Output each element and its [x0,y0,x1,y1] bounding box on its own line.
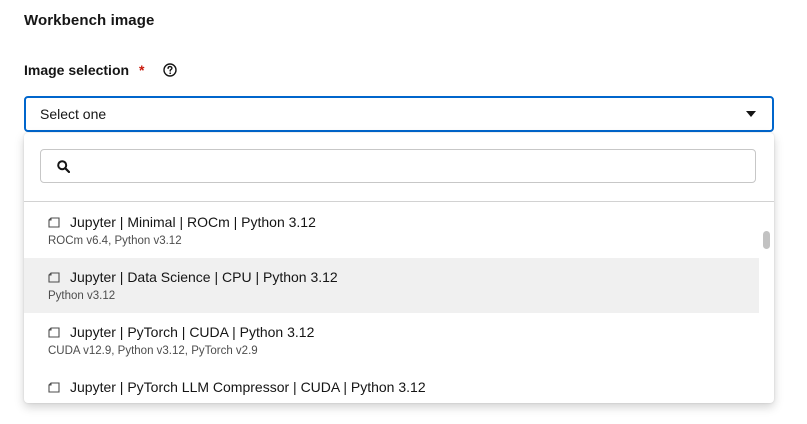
option-description: ROCm v6.4, Python v3.12 [48,235,182,247]
menu-divider [24,201,774,202]
option-description: CUDA v12.9, Python v3.12, PyTorch v2.9 [48,345,258,357]
option-item[interactable]: Jupyter | PyTorch LLM Compressor | CUDA … [24,368,759,403]
scrollbar-thumb[interactable] [763,231,770,249]
option-item[interactable]: Jupyter | PyTorch | CUDA | Python 3.12 C… [24,313,759,368]
option-title: Jupyter | Minimal | ROCm | Python 3.12 [70,214,316,230]
caret-down-icon [746,111,756,117]
option-item[interactable]: Jupyter | Minimal | ROCm | Python 3.12 R… [24,203,759,258]
select-value: Select one [40,106,107,122]
section-title: Workbench image [24,12,155,29]
image-tag-icon [48,217,60,228]
search-icon [57,159,70,173]
option-title: Jupyter | PyTorch | CUDA | Python 3.12 [70,324,315,340]
option-title: Jupyter | Data Science | CPU | Python 3.… [70,269,338,285]
options-list: Jupyter | Minimal | ROCm | Python 3.12 R… [24,203,759,403]
image-select-toggle[interactable]: Select one [24,96,774,132]
option-item[interactable]: Jupyter | Data Science | CPU | Python 3.… [24,258,759,313]
field-label-row: Image selection * [24,60,177,80]
option-title: Jupyter | PyTorch LLM Compressor | CUDA … [70,379,426,395]
help-icon[interactable] [162,63,177,77]
image-tag-icon [48,272,60,283]
image-tag-icon [48,327,60,338]
option-description: Python v3.12 [48,290,116,302]
required-indicator: * [139,62,145,78]
image-tag-icon [48,382,60,393]
field-label: Image selection [24,62,130,78]
search-input[interactable] [80,151,755,181]
select-menu: Jupyter | Minimal | ROCm | Python 3.12 R… [24,133,774,403]
search-box [40,149,756,183]
